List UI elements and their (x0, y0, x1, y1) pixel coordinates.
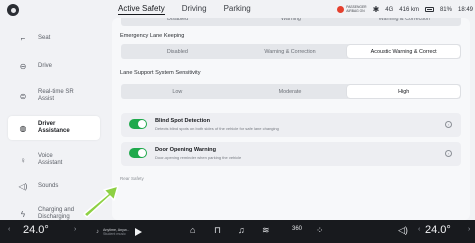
airbag-indicator: PASSENGER AIRBAG ON (337, 5, 367, 13)
signal-indicator: 4G (385, 6, 394, 13)
home-icon[interactable]: ⌂ (190, 225, 195, 235)
sensitivity-option-high[interactable]: High (347, 85, 461, 98)
sidebar-item-realtime-sr[interactable]: ⊜ Real-time SR Assist (8, 84, 100, 108)
sensitivity-title: Lane Support System Sensitivity (120, 70, 201, 76)
status-indicators: PASSENGER AIRBAG ON ✱ 4G 416 km 81% 18:4… (337, 5, 473, 14)
microphone-icon: ♀ (20, 155, 26, 165)
media-title: Anytime, Anyw... (103, 227, 130, 232)
charging-icon: ϟ (20, 209, 26, 219)
arrow-annotation-icon (83, 185, 119, 218)
tab-active-safety[interactable]: Active Safety (118, 2, 165, 15)
door-opening-toggle[interactable] (129, 148, 147, 158)
sidebar-item-label: Voice Assistant (38, 153, 63, 166)
media-player[interactable]: ♪ Anytime, Anyw... Student music (96, 225, 178, 238)
info-icon[interactable]: › (445, 121, 452, 128)
tab-bar: Active Safety Driving Parking (118, 2, 251, 20)
range-text: 416 km (399, 6, 419, 13)
temp-left-down-icon[interactable]: ‹ (8, 226, 10, 233)
temp-right-up-icon[interactable]: › (468, 226, 470, 233)
sidebar-item-label: Drive (38, 62, 53, 69)
speaker-icon: ◁) (18, 181, 28, 191)
blind-spot-title: Blind Spot Detection (155, 118, 211, 124)
sidebar-item-label: Seat (38, 34, 51, 41)
music-note-icon: ♪ (96, 228, 99, 235)
temp-left-up-icon[interactable]: › (74, 226, 76, 233)
tab-driving[interactable]: Driving (182, 2, 207, 13)
sensitivity-segment: Low Moderate High (121, 84, 461, 99)
tab-parking[interactable]: Parking (224, 2, 251, 13)
segment-option[interactable]: Warning (234, 18, 347, 26)
blind-spot-card: Blind Spot Detection Detects blind spots… (121, 113, 461, 137)
blind-spot-subtitle: Detects blind spots on both sides of the… (155, 126, 279, 131)
lane-keeping-option-acoustic[interactable]: Acoustic Warning & Correct (347, 45, 461, 58)
segment-option[interactable]: Warning & Correction (348, 18, 461, 26)
temp-left[interactable]: 24.0° (23, 224, 49, 236)
driver-assist-icon: ◍ (19, 123, 27, 133)
lane-keeping-option-warning-correction[interactable]: Warning & Correction (234, 44, 347, 59)
info-icon[interactable]: › (445, 150, 452, 157)
clock: 18:49 (457, 6, 473, 13)
sidebar-item-voice[interactable]: ♀ Voice Assistant (8, 148, 100, 172)
bluetooth-icon: ✱ (372, 5, 380, 14)
sensitivity-option-low[interactable]: Low (121, 84, 234, 99)
door-opening-subtitle: Door-opening reminder when parking the v… (155, 155, 242, 160)
sidebar-item-seat[interactable]: ⌐ Seat (8, 26, 100, 50)
lane-keeping-option-disabled[interactable]: Disabled (121, 44, 234, 59)
temp-right-down-icon[interactable]: ‹ (418, 226, 420, 233)
lane-keeping-title: Emergency Lane Keeping (120, 33, 185, 39)
volume-icon[interactable]: ◁) (398, 225, 408, 236)
sidebar-item-label: Sounds (38, 182, 59, 189)
climate-icon[interactable]: ≋ (262, 225, 270, 236)
lane-keeping-segment: Disabled Warning & Correction Acoustic W… (121, 44, 461, 59)
settings-panel: Disabled Warning Warning & Correction Em… (112, 18, 470, 220)
sensitivity-option-moderate[interactable]: Moderate (234, 84, 347, 99)
temp-right[interactable]: 24.0° (425, 224, 451, 236)
battery-percent: 81% (439, 6, 452, 13)
bottom-dock: ‹ 24.0° › ♪ Anytime, Anyw... Student mus… (0, 220, 475, 243)
steering-wheel-icon: ⊖ (19, 61, 27, 71)
car-radar-icon: ⊜ (19, 91, 27, 101)
airbag-line2: AIRBAG ON (346, 8, 365, 13)
seat-icon: ⌐ (20, 33, 26, 43)
sidebar-item-driver-assistance[interactable]: ◍ Driver Assistance (8, 116, 100, 140)
camera-360-button[interactable]: 360 (292, 226, 302, 232)
profile-icon[interactable] (7, 4, 19, 16)
music-icon[interactable]: ♫ (238, 225, 245, 235)
play-icon[interactable] (135, 227, 143, 236)
car-icon[interactable]: ⊓ (214, 225, 221, 236)
blind-spot-toggle[interactable] (129, 119, 147, 129)
sidebar-item-drive[interactable]: ⊖ Drive (8, 54, 100, 78)
media-artist: Student music (103, 231, 126, 236)
door-opening-card: Door Opening Warning Door-opening remind… (121, 142, 461, 166)
door-opening-title: Door Opening Warning (155, 147, 217, 153)
apps-grid-icon[interactable]: ⁘ (316, 225, 324, 236)
sidebar-item-label: Driver Assistance (38, 121, 70, 134)
battery-icon (424, 7, 434, 12)
airbag-icon (337, 6, 345, 13)
sidebar-item-label: Real-time SR Assist (38, 89, 74, 102)
